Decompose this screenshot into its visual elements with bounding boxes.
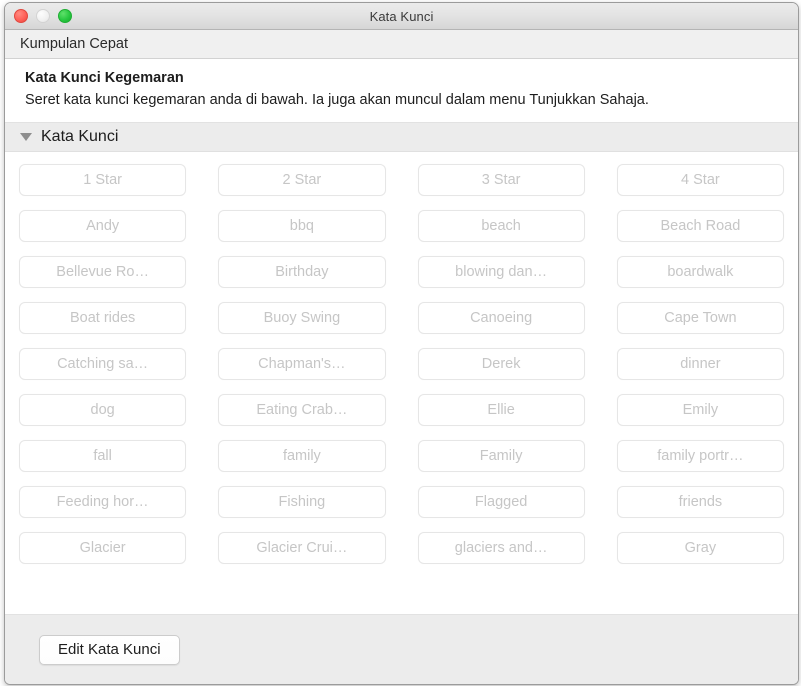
keyword-chip[interactable]: Glacier (19, 532, 187, 564)
window-controls (14, 9, 72, 23)
keyword-chip[interactable]: Beach Road (616, 210, 784, 242)
keyword-chip[interactable]: Canoeing (417, 302, 585, 334)
triangle-down-icon[interactable] (20, 133, 32, 141)
description-block: Kata Kunci Kegemaran Seret kata kunci ke… (5, 59, 798, 122)
keyword-chip[interactable]: Eating Crab… (218, 394, 386, 426)
keyword-chip[interactable]: family portr… (616, 440, 784, 472)
keyword-chip[interactable]: Catching sa… (19, 348, 187, 380)
toolbar: Kumpulan Cepat (5, 30, 798, 59)
minimize-button-icon[interactable] (36, 9, 50, 23)
keyword-chip[interactable]: dog (19, 394, 187, 426)
keyword-chip[interactable]: 3 Star (417, 164, 585, 196)
description-body: Seret kata kunci kegemaran anda di bawah… (25, 92, 649, 108)
keyword-chip[interactable]: friends (616, 486, 784, 518)
keyword-chip[interactable]: Gray (616, 532, 784, 564)
keywords-scroll-area[interactable]: 1 Star 2 Star 3 Star 4 Star Andy bbq beach Beac… (5, 152, 798, 614)
keyword-chip[interactable]: boardwalk (616, 256, 784, 288)
keywords-grid: 1 Star 2 Star 3 Star 4 Star Andy bbq beach Beac… (19, 164, 784, 564)
keywords-window: Kata Kunci Kumpulan Cepat Kata Kunci Keg… (4, 2, 799, 685)
keyword-chip[interactable]: dinner (616, 348, 784, 380)
keyword-chip[interactable]: Emily (616, 394, 784, 426)
keyword-chip[interactable]: Boat rides (19, 302, 187, 334)
keyword-chip[interactable]: fall (19, 440, 187, 472)
keyword-chip[interactable]: Bellevue Ro… (19, 256, 187, 288)
close-button-icon[interactable] (14, 9, 28, 23)
keyword-chip[interactable]: Family (417, 440, 585, 472)
maximize-button-icon[interactable] (58, 9, 72, 23)
keyword-chip[interactable]: 1 Star (19, 164, 187, 196)
keyword-chip[interactable]: Glacier Crui… (218, 532, 386, 564)
window-footer: Edit Kata Kunci (5, 614, 798, 684)
keyword-chip[interactable]: 2 Star (218, 164, 386, 196)
edit-keywords-button[interactable]: Edit Kata Kunci (39, 634, 180, 665)
keywords-group-header[interactable]: Kata Kunci (5, 122, 798, 152)
keyword-chip[interactable]: blowing dan… (417, 256, 585, 288)
keyword-chip[interactable]: glaciers and… (417, 532, 585, 564)
keyword-chip[interactable]: Feeding hor… (19, 486, 187, 518)
keyword-chip[interactable]: 4 Star (616, 164, 784, 196)
keyword-chip[interactable]: Andy (19, 210, 187, 242)
keyword-chip[interactable]: Chapman's… (218, 348, 386, 380)
keyword-chip[interactable]: Flagged (417, 486, 585, 518)
window-title: Kata Kunci (369, 8, 434, 24)
keyword-chip[interactable]: beach (417, 210, 585, 242)
keyword-chip[interactable]: Derek (417, 348, 585, 380)
toolbar-title: Kumpulan Cepat (20, 36, 129, 52)
keyword-chip[interactable]: Fishing (218, 486, 386, 518)
keyword-chip[interactable]: Ellie (417, 394, 585, 426)
description-heading: Kata Kunci Kegemaran (25, 70, 184, 86)
keyword-chip[interactable]: Birthday (218, 256, 386, 288)
keyword-chip[interactable]: bbq (218, 210, 386, 242)
keywords-group-title: Kata Kunci (41, 128, 119, 145)
keyword-chip[interactable]: Cape Town (616, 302, 784, 334)
keyword-chip[interactable]: Buoy Swing (218, 302, 386, 334)
keyword-chip[interactable]: family (218, 440, 386, 472)
window-titlebar: Kata Kunci (5, 3, 798, 30)
